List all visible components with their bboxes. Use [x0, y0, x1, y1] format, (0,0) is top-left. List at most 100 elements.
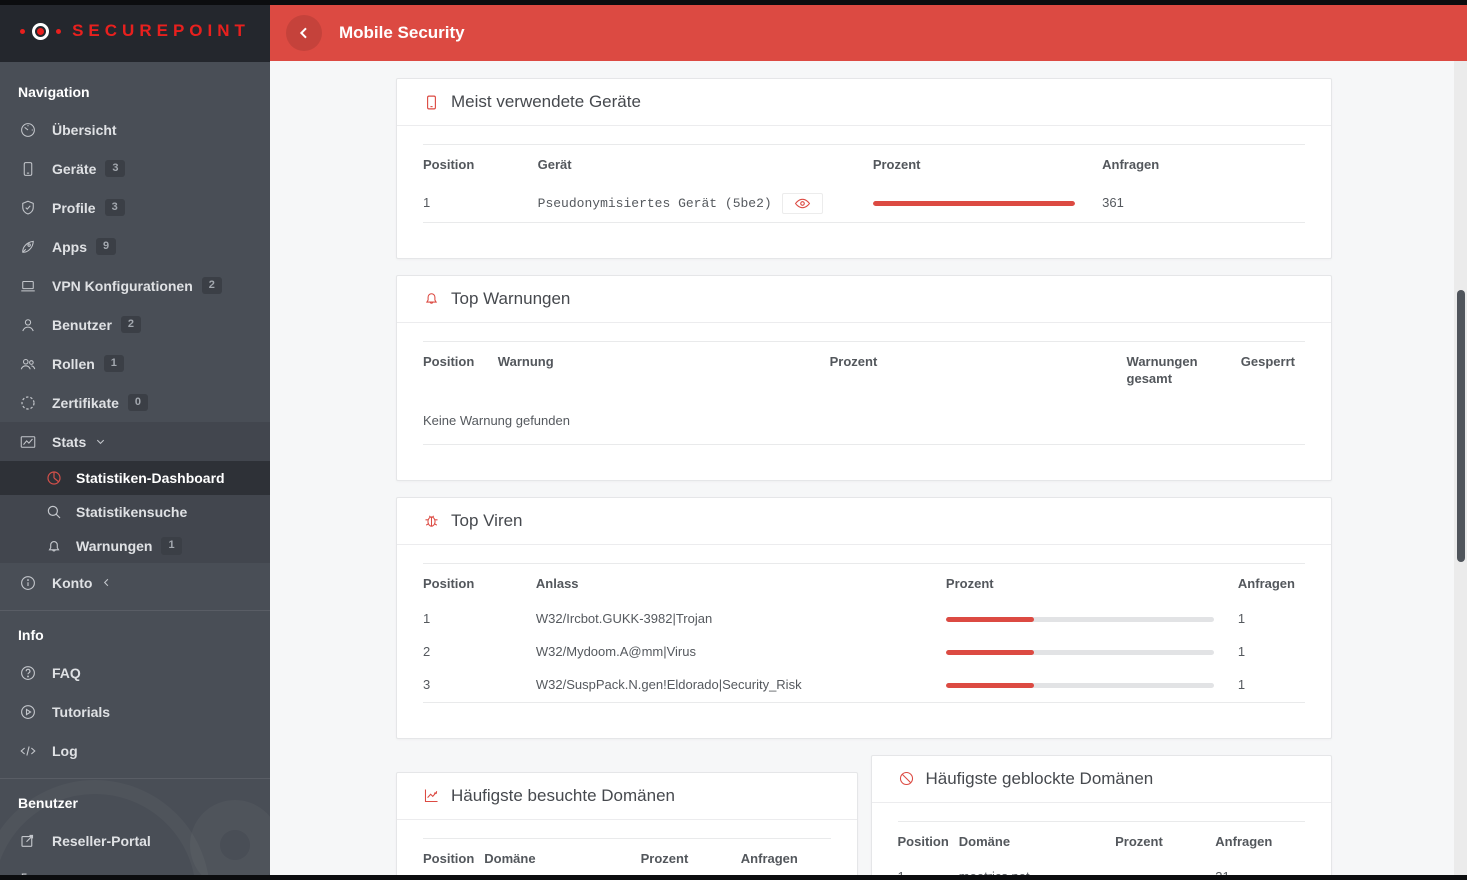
sidebar-item-zertifikate[interactable]: Zertifikate 0: [0, 383, 270, 422]
sidebar-item-vpn-konfigurationen[interactable]: VPN Konfigurationen 2: [0, 266, 270, 305]
eye-icon: [794, 198, 810, 208]
requests-cell: 31: [1215, 861, 1305, 875]
card-top-viruses: Top Viren Position Anlass Prozent Anfrag…: [396, 496, 1332, 739]
count-badge: 1: [161, 537, 182, 555]
sidebar-item-stats[interactable]: Stats: [0, 422, 270, 461]
chevron-left-icon: [299, 27, 307, 39]
sidebar-item-reseller-portal[interactable]: Reseller-Portal: [0, 821, 270, 860]
virus-name: W32/SuspPack.N.gen!Eldorado|Security_Ris…: [535, 676, 802, 692]
logo-ring-icon: [32, 22, 50, 40]
pie-chart-icon: [44, 469, 63, 488]
sidebar-item-label: Rollen: [52, 355, 95, 372]
back-button[interactable]: [286, 15, 322, 51]
percent-bar: [945, 617, 1214, 623]
sidebar-item-label: FAQ: [52, 664, 81, 681]
view-device-button[interactable]: [781, 192, 823, 214]
bell-icon: [44, 537, 63, 556]
card-title: Top Viren: [451, 510, 523, 530]
table-row: 3 W32/SuspPack.N.gen!Eldorado|Security_R…: [423, 669, 1305, 702]
blocked-domains-table: Position Domäne Prozent Anfragen 1 meetr…: [897, 820, 1305, 875]
question-circle-icon: [18, 663, 37, 682]
table-row: 1 Pseudonymisiertes Gerät (5be2) 361: [423, 185, 1305, 223]
sidebar-item-label: Statistikensuche: [76, 504, 188, 520]
position-cell: 1: [423, 194, 431, 210]
users-icon: [18, 354, 37, 373]
warnings-table: Position Warnung Prozent Warnungen gesam…: [423, 340, 1305, 445]
visited-domains-table: Position Domäne Prozent Anfragen 1 spieg…: [423, 837, 831, 875]
virus-name: W32/Ircbot.GUKK-3982|Trojan: [535, 611, 713, 627]
device-name: Pseudonymisiertes Gerät (5be2): [537, 195, 772, 211]
column-header: Prozent: [872, 157, 921, 172]
sidebar-item-uebersicht[interactable]: Übersicht: [0, 110, 270, 149]
window-edge-bottom: [0, 875, 1467, 880]
search-icon: [44, 503, 63, 522]
nav-section-info: Info: [18, 627, 44, 643]
sidebar-item-apps[interactable]: Apps 9: [0, 227, 270, 266]
nav-section-benutzer: Benutzer: [18, 795, 78, 811]
sidebar-item-label: Statistiken-Dashboard: [76, 470, 225, 486]
laptop-icon: [18, 276, 37, 295]
sidebar-item-label: Benutzer: [52, 316, 112, 333]
position-cell: 1: [423, 611, 431, 627]
sidebar: SECUREPOINT Navigation Übersicht Geräte …: [0, 0, 270, 880]
brand-logo[interactable]: SECUREPOINT: [0, 0, 270, 62]
sidebar-item-label: Geräte: [52, 160, 97, 177]
count-badge: 0: [127, 393, 149, 412]
scrollbar-thumb[interactable]: [1456, 290, 1465, 562]
sidebar-item-label: Tutorials: [52, 703, 111, 720]
external-link-icon: [18, 831, 37, 850]
count-badge: 3: [104, 198, 125, 217]
smartphone-icon: [18, 159, 37, 178]
shield-icon: [18, 198, 37, 217]
sidebar-item-geraete[interactable]: Geräte 3: [0, 149, 270, 188]
sidebar-item-benutzer[interactable]: Benutzer 2: [0, 305, 270, 344]
count-badge: 3: [105, 159, 126, 178]
sidebar-item-rollen[interactable]: Rollen 1: [0, 344, 270, 383]
main-content: Meist verwendete Geräte Position Gerät P…: [270, 61, 1467, 875]
card-top-warnings: Top Warnungen Position Warnung Prozent W…: [396, 274, 1332, 481]
sidebar-item-statistiken-dashboard[interactable]: Statistiken-Dashboard: [0, 461, 270, 495]
sidebar-item-label: Log: [52, 742, 78, 759]
card-body: Position Domäne Prozent Anfragen 1 spieg…: [397, 820, 857, 875]
card-most-used-devices: Meist verwendete Geräte Position Gerät P…: [396, 78, 1332, 259]
sidebar-item-warnungen[interactable]: Warnungen 1: [0, 529, 270, 563]
column-header: Prozent: [1115, 833, 1163, 849]
logo-dot-icon: [20, 28, 26, 34]
page-header: Mobile Security: [270, 5, 1467, 61]
scrollbar[interactable]: [1454, 61, 1467, 875]
domain-cell: meetrics.net: [959, 861, 1115, 875]
sidebar-item-konto[interactable]: Konto: [0, 563, 270, 602]
info-circle-icon: [18, 573, 37, 592]
nav-section-navigation: Navigation: [18, 84, 90, 100]
sidebar-item-label: Zertifikate: [52, 394, 119, 411]
blocked-icon: [898, 770, 915, 787]
position-cell: 3: [423, 676, 431, 692]
sidebar-item-log[interactable]: Log: [0, 731, 270, 770]
sidebar-item-faq[interactable]: FAQ: [0, 653, 270, 692]
percent-bar: [945, 682, 1214, 688]
requests-cell: 361: [1102, 194, 1124, 210]
card-header: Häufigste besuchte Domänen: [397, 773, 857, 820]
column-header: Position: [423, 850, 475, 866]
requests-cell: 1: [1237, 643, 1246, 659]
column-header: Prozent: [829, 353, 878, 369]
table-row: 2 W32/Mydoom.A@mm|Virus 1: [423, 636, 1305, 669]
virus-name: W32/Mydoom.A@mm|Virus: [535, 643, 696, 659]
sidebar-item-statistikensuche[interactable]: Statistikensuche: [0, 495, 270, 529]
sidebar-item-profile[interactable]: Profile 3: [0, 188, 270, 227]
column-header: Position: [897, 833, 949, 849]
smartphone-icon: [423, 94, 440, 111]
column-header: Anfragen: [1215, 833, 1273, 849]
column-header: Domäne: [484, 850, 536, 866]
column-header: Prozent: [945, 575, 994, 591]
empty-table-row: Keine Warnung gefunden: [423, 399, 1305, 444]
code-icon: [18, 741, 37, 760]
chevron-down-icon: [95, 436, 106, 447]
line-chart-icon: [423, 787, 440, 804]
sidebar-item-tutorials[interactable]: Tutorials: [0, 692, 270, 731]
play-circle-icon: [18, 702, 37, 721]
column-header: Position: [423, 157, 475, 172]
sidebar-item-label: Reseller-Portal: [52, 832, 151, 849]
count-badge: 2: [201, 276, 222, 295]
sidebar-item-label: Warnungen: [76, 538, 153, 554]
